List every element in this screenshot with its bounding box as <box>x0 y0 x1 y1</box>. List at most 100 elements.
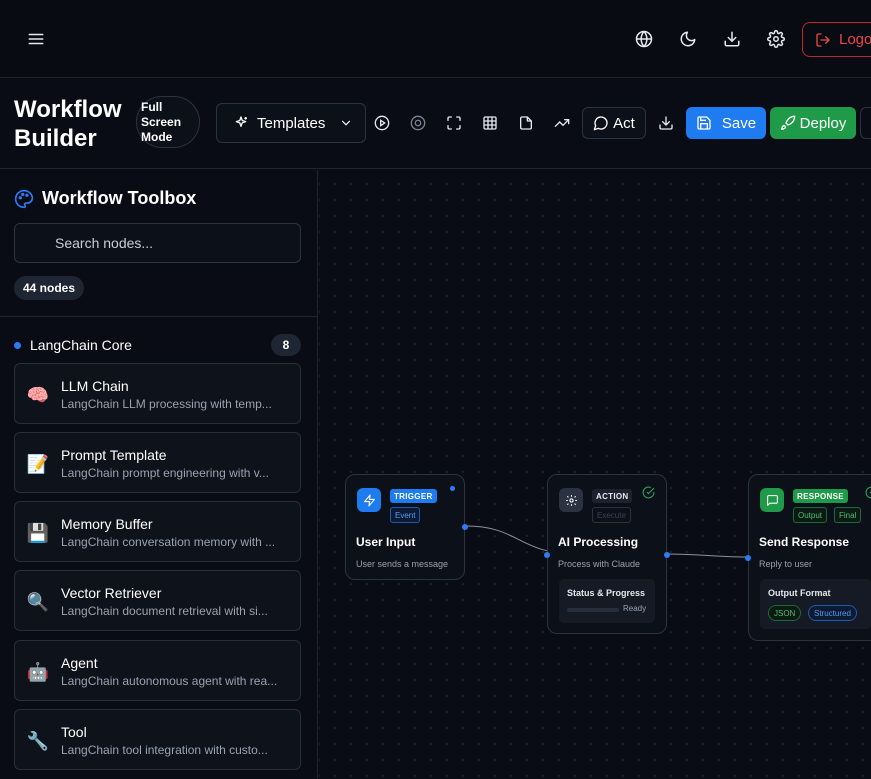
lightning-icon <box>357 488 381 512</box>
format-title: Output Format <box>768 588 831 598</box>
templates-dropdown[interactable]: Templates <box>216 103 366 143</box>
memo-icon: 📝 <box>26 453 50 474</box>
workflow-node-ai-processing[interactable]: ACTION Execute AI Processing Process wit… <box>544 474 670 634</box>
chat-icon <box>593 116 608 131</box>
status-dot <box>450 486 455 491</box>
format-badge-structured: Structured <box>808 605 857 621</box>
progress-bar <box>567 608 619 612</box>
magnifier-icon: 🔍 <box>26 591 50 612</box>
check-circle-icon <box>865 486 871 499</box>
toolbox-item-prompt-template[interactable]: 📝 Prompt Template LangChain prompt engin… <box>14 432 301 493</box>
globe-icon[interactable] <box>632 27 656 51</box>
input-port[interactable] <box>544 552 550 558</box>
rocket-icon <box>780 115 795 130</box>
grid-icon[interactable] <box>479 111 501 135</box>
toolbox-item-desc: LangChain document retrieval with si... <box>61 604 268 618</box>
node-count-badge: 44 nodes <box>14 276 85 300</box>
act-label: Act <box>613 114 635 132</box>
output-port[interactable] <box>664 552 670 558</box>
record-icon[interactable] <box>407 111 429 135</box>
robot-icon: 🤖 <box>26 661 50 682</box>
check-circle-icon <box>642 486 655 499</box>
node-desc: Reply to user <box>759 559 813 569</box>
sparkles-icon <box>235 116 247 127</box>
toolbox-item-name: Prompt Template <box>61 447 167 463</box>
wrench-icon: 🔧 <box>26 730 50 751</box>
save-label: Save <box>721 114 757 132</box>
format-badge-json: JSON <box>768 605 802 621</box>
toolbox-item-name: Tool <box>61 724 87 740</box>
play-icon[interactable] <box>371 111 393 135</box>
save-icon <box>697 116 711 130</box>
status-value: Ready <box>623 604 647 613</box>
toolbox-item-tool[interactable]: 🔧 Tool LangChain tool integration with c… <box>14 709 301 770</box>
edge-processing-to-response <box>664 553 750 558</box>
chevron-down-icon <box>342 120 351 126</box>
toolbox-item-desc: LangChain LLM processing with temp... <box>61 397 272 411</box>
floppy-disk-icon: 💾 <box>26 522 50 543</box>
gear-icon <box>559 488 583 512</box>
logout-label: Logout <box>839 31 871 48</box>
menu-icon[interactable] <box>24 27 48 51</box>
palette-icon <box>14 189 34 208</box>
input-port[interactable] <box>745 555 751 561</box>
workflow-node-user-input[interactable]: TRIGGER Event User Input User sends a me… <box>345 474 468 580</box>
node-desc: Process with Claude <box>558 559 641 569</box>
download-icon[interactable] <box>655 111 677 135</box>
category-count-badge: 8 <box>271 334 301 356</box>
node-type-badge: RESPONSE <box>793 489 848 503</box>
toolbox-item-name: Vector Retriever <box>61 585 162 601</box>
message-icon <box>760 488 784 512</box>
status-progress-panel: Status & Progress Ready <box>559 579 655 623</box>
node-tag: Final <box>834 507 862 523</box>
toolbox-item-vector-retriever[interactable]: 🔍 Vector Retriever LangChain document re… <box>14 570 301 631</box>
trend-icon[interactable] <box>551 111 573 135</box>
download-icon[interactable] <box>720 27 744 51</box>
toolbox-item-llm-chain[interactable]: 🧠 LLM Chain LangChain LLM processing wit… <box>14 363 301 424</box>
node-desc: User sends a message <box>356 559 449 569</box>
category-name: LangChain Core <box>30 337 132 353</box>
toolbox-item-name: Agent <box>61 655 98 671</box>
output-port[interactable] <box>462 524 468 530</box>
save-button[interactable]: Save <box>686 107 766 139</box>
node-type-badge: ACTION <box>592 489 633 503</box>
page-title: Workflow Builder <box>14 96 122 152</box>
toolbox-item-name: LLM Chain <box>61 378 129 394</box>
gear-icon[interactable] <box>764 27 788 51</box>
toolbox-item-agent[interactable]: 🤖 Agent LangChain autonomous agent with … <box>14 640 301 701</box>
divider <box>0 316 317 317</box>
node-tag: Event <box>390 507 421 523</box>
node-title: User Input <box>356 535 416 549</box>
templates-label: Templates <box>257 114 326 132</box>
category-dot <box>14 341 21 349</box>
deploy-label: Deploy <box>799 114 847 132</box>
logout-button[interactable]: Logout <box>802 22 871 57</box>
search-nodes-input[interactable] <box>14 223 301 263</box>
workflow-canvas[interactable]: TRIGGER Event User Input User sends a me… <box>319 170 871 779</box>
fullscreen-icon[interactable] <box>443 111 465 135</box>
brain-icon: 🧠 <box>26 384 50 405</box>
node-tag: Execute <box>592 507 631 523</box>
toolbox-title: Workflow Toolbox <box>42 188 197 208</box>
output-format-panel: Output Format JSON Structured <box>760 579 871 629</box>
fullscreen-mode-button[interactable]: Full Screen Mode <box>136 96 200 148</box>
toolbox-item-memory-buffer[interactable]: 💾 Memory Buffer LangChain conversation m… <box>14 501 301 562</box>
node-title: AI Processing <box>558 535 639 549</box>
node-type-badge: TRIGGER <box>390 489 437 503</box>
toolbox-item-desc: LangChain tool integration with custo... <box>61 743 268 757</box>
more-button[interactable] <box>860 107 871 139</box>
act-button[interactable]: Act <box>582 107 646 139</box>
status-title: Status & Progress <box>567 588 646 598</box>
category-langchain-core[interactable]: LangChain Core 8 <box>14 333 301 357</box>
toolbox-item-desc: LangChain autonomous agent with rea... <box>61 674 278 688</box>
moon-icon[interactable] <box>676 27 700 51</box>
top-bar: Logout <box>0 0 871 78</box>
node-tag: Output <box>793 507 828 523</box>
toolbox-item-name: Memory Buffer <box>61 516 153 532</box>
workflow-node-send-response[interactable]: RESPONSE Output Final Send Response Repl… <box>745 474 871 641</box>
toolbox-header: Workflow Toolbox <box>14 188 196 209</box>
file-icon[interactable] <box>515 111 537 135</box>
deploy-button[interactable]: Deploy <box>770 107 856 139</box>
toolbox-item-desc: LangChain prompt engineering with v... <box>61 466 269 480</box>
node-title: Send Response <box>759 535 850 549</box>
